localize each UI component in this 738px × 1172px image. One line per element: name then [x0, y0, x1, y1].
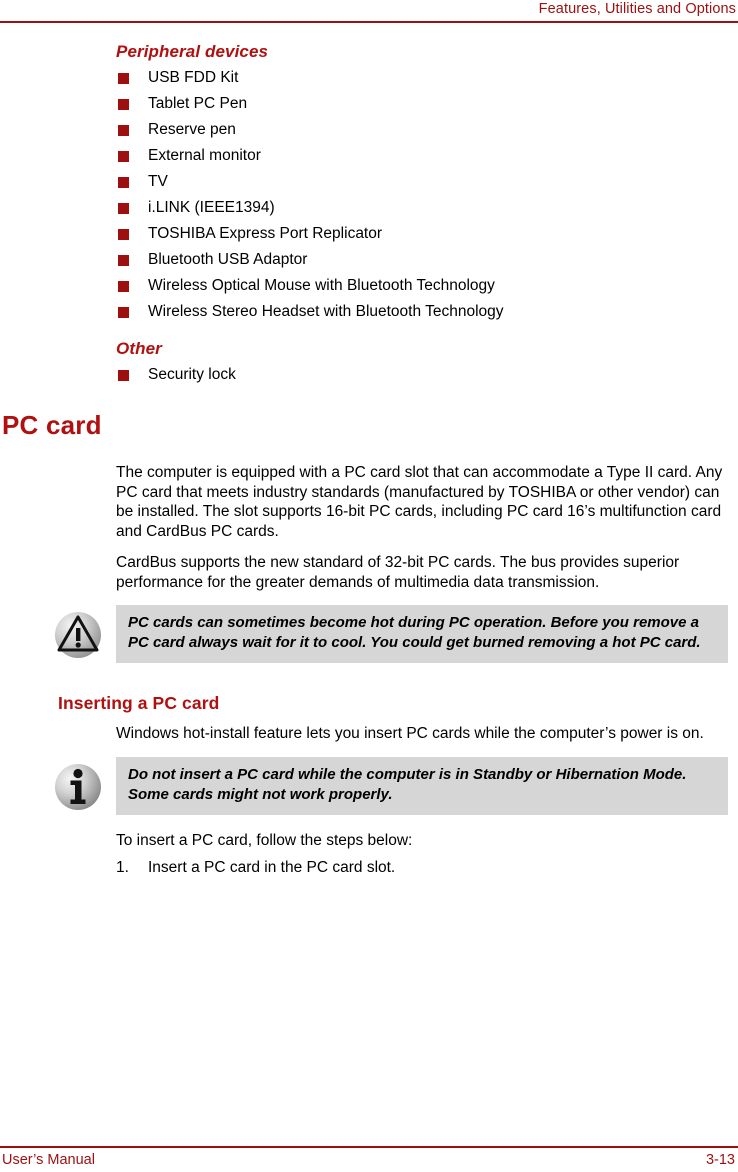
list-item-label: USB FDD Kit — [148, 69, 239, 86]
footer-manual-label: User’s Manual — [2, 1152, 95, 1168]
list-item: USB FDD Kit — [0, 65, 738, 91]
list-item: TV — [0, 169, 738, 195]
page-content: Peripheral devices USB FDD Kit Tablet PC… — [0, 42, 738, 879]
caution-note-text: PC cards can sometimes become hot during… — [128, 613, 701, 651]
step-label: Insert a PC card in the PC card slot. — [148, 858, 396, 876]
inserting-paragraph-2: To insert a PC card, follow the steps be… — [116, 832, 413, 850]
peripheral-devices-heading: Peripheral devices — [116, 42, 269, 61]
list-item-label: Reserve pen — [148, 121, 236, 138]
peripheral-devices-list: USB FDD Kit Tablet PC Pen Reserve pen Ex… — [0, 65, 738, 325]
square-bullet-icon — [118, 370, 129, 381]
list-item: i.LINK (IEEE1394) — [0, 195, 738, 221]
peripheral-devices-section: Peripheral devices USB FDD Kit Tablet PC… — [0, 42, 738, 325]
square-bullet-icon — [118, 99, 129, 110]
other-section: Other Security lock — [0, 339, 738, 388]
info-note-box: Do not insert a PC card while the comput… — [0, 757, 738, 816]
square-bullet-icon — [118, 177, 129, 188]
page-header-title: Features, Utilities and Options — [538, 1, 736, 17]
step-number: 1. — [116, 858, 129, 876]
square-bullet-icon — [118, 281, 129, 292]
list-item-label: TOSHIBA Express Port Replicator — [148, 225, 383, 242]
square-bullet-icon — [118, 125, 129, 136]
list-item: Security lock — [0, 362, 738, 388]
pc-card-paragraph-1: The computer is equipped with a PC card … — [116, 464, 723, 540]
other-list: Security lock — [0, 362, 738, 388]
page-header: Features, Utilities and Options — [0, 0, 738, 22]
list-item-label: TV — [148, 173, 168, 190]
list-item: 1. Insert a PC card in the PC card slot. — [0, 857, 738, 879]
insert-steps-list: 1. Insert a PC card in the PC card slot. — [0, 857, 738, 879]
footer-divider — [0, 1146, 738, 1148]
header-divider — [0, 21, 738, 23]
square-bullet-icon — [118, 151, 129, 162]
list-item: Tablet PC Pen — [0, 91, 738, 117]
list-item-label: Wireless Optical Mouse with Bluetooth Te… — [148, 277, 495, 294]
list-item: Wireless Optical Mouse with Bluetooth Te… — [0, 273, 738, 299]
pc-card-paragraph-2: CardBus supports the new standard of 32-… — [116, 554, 680, 591]
other-heading: Other — [116, 339, 162, 358]
list-item: Bluetooth USB Adaptor — [0, 247, 738, 273]
list-item-label: Security lock — [148, 366, 236, 383]
caution-triangle-icon — [52, 609, 104, 661]
list-item: External monitor — [0, 143, 738, 169]
square-bullet-icon — [118, 229, 129, 240]
list-item: TOSHIBA Express Port Replicator — [0, 221, 738, 247]
inserting-pc-card-heading: Inserting a PC card — [58, 692, 220, 713]
list-item: Wireless Stereo Headset with Bluetooth T… — [0, 299, 738, 325]
page-title: PC card — [2, 410, 102, 440]
square-bullet-icon — [118, 73, 129, 84]
info-i-icon — [52, 761, 104, 813]
list-item: Reserve pen — [0, 117, 738, 143]
square-bullet-icon — [118, 203, 129, 214]
list-item-label: i.LINK (IEEE1394) — [148, 199, 275, 216]
list-item-label: Wireless Stereo Headset with Bluetooth T… — [148, 303, 504, 320]
inserting-paragraph-1: Windows hot-install feature lets you ins… — [116, 724, 704, 742]
list-item-label: Bluetooth USB Adaptor — [148, 251, 308, 268]
caution-note-box: PC cards can sometimes become hot during… — [0, 604, 738, 663]
page-footer: User’s Manual 3-13 — [0, 1152, 738, 1172]
list-item-label: Tablet PC Pen — [148, 95, 248, 112]
list-item-label: External monitor — [148, 147, 261, 164]
info-note-text: Do not insert a PC card while the comput… — [128, 766, 687, 804]
square-bullet-icon — [118, 255, 129, 266]
footer-page-number: 3-13 — [705, 1152, 735, 1168]
square-bullet-icon — [118, 307, 129, 318]
